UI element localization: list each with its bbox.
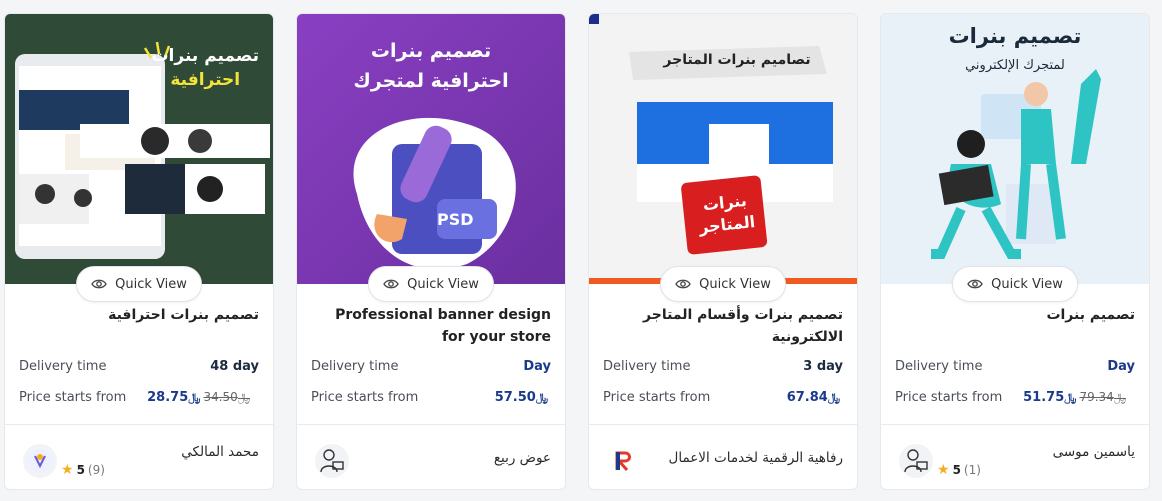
- currency-icon: ﷼: [827, 391, 840, 404]
- service-title[interactable]: تصميم بنرات: [895, 304, 1135, 326]
- star-icon: ★: [937, 462, 950, 478]
- thumb-title-line2: احترافية: [170, 70, 241, 90]
- rating-score: 5: [952, 463, 961, 477]
- divider: [5, 424, 273, 425]
- delivery-row: Delivery time Day: [311, 359, 551, 374]
- seller-avatar[interactable]: [607, 444, 641, 478]
- service-card[interactable]: تصاميم بنرات المتاجر بنرات المتاجر Quick…: [588, 13, 858, 490]
- delivery-value: Day: [1107, 359, 1135, 374]
- delivery-row: Delivery time Day: [895, 359, 1135, 374]
- current-price: 28.75: [147, 390, 189, 405]
- old-price: ﷼79.34: [1079, 390, 1126, 404]
- price-value: ﷼34.50﷼28.75: [147, 390, 259, 405]
- eye-icon: [91, 279, 107, 289]
- price-row: Price starts from ﷼34.50﷼28.75: [19, 390, 259, 405]
- delivery-row: Delivery time 3 day: [603, 359, 843, 374]
- thumb-title-line1: تصميم بنرات: [151, 46, 259, 66]
- seller-info[interactable]: عوض ربيع: [311, 436, 551, 482]
- quick-view-label: Quick View: [115, 276, 187, 292]
- price-label: Price starts from: [895, 390, 1003, 405]
- price-label: Price starts from: [19, 390, 127, 405]
- thumb-title-line2: لمتجرك الإلكتروني: [965, 58, 1065, 73]
- seller-avatar[interactable]: [899, 444, 933, 478]
- quick-view-button[interactable]: Quick View: [660, 266, 786, 302]
- price-value: ﷼57.50: [495, 390, 551, 405]
- service-title[interactable]: تصميم بنرات وأقسام المتاجر الالكترونية: [603, 304, 843, 348]
- thumb-title-line2: احترافية لمتجرك: [353, 70, 509, 92]
- old-price: ﷼34.50: [203, 390, 250, 404]
- service-thumbnail[interactable]: تصميم بنرات احترافية لمتجرك PSD: [297, 14, 565, 284]
- price-value: ﷼79.34﷼51.75: [1023, 390, 1135, 405]
- service-thumbnail[interactable]: تصميم بنرات احترافية: [5, 14, 273, 284]
- current-price: 67.84: [786, 390, 828, 405]
- review-count: (9): [87, 463, 105, 477]
- seller-info[interactable]: رفاهية الرقمية لخدمات الاعمال: [603, 436, 843, 482]
- delivery-label: Delivery time: [895, 359, 983, 374]
- quick-view-button[interactable]: Quick View: [368, 266, 494, 302]
- current-price: 51.75: [1023, 390, 1065, 405]
- currency-icon: ﷼: [188, 391, 201, 404]
- seller-name[interactable]: محمد المالكي: [181, 444, 259, 460]
- service-card[interactable]: تصميم بنرات لمتجرك الإلكتروني Quick View…: [880, 13, 1150, 490]
- thumb-title: تصاميم بنرات المتاجر: [663, 52, 811, 68]
- service-card[interactable]: تصميم بنرات احترافية Quick View تصميم بن…: [4, 13, 274, 490]
- quick-view-label: Quick View: [699, 276, 771, 292]
- quick-view-label: Quick View: [407, 276, 479, 292]
- service-thumbnail[interactable]: تصاميم بنرات المتاجر بنرات المتاجر: [589, 14, 857, 284]
- quick-view-button[interactable]: Quick View: [952, 266, 1078, 302]
- eye-icon: [675, 279, 691, 289]
- price-label: Price starts from: [603, 390, 711, 405]
- seller-avatar[interactable]: [315, 444, 349, 478]
- price-value: ﷼67.84: [787, 390, 843, 405]
- seller-name[interactable]: رفاهية الرقمية لخدمات الاعمال: [669, 450, 843, 466]
- divider: [589, 424, 857, 425]
- seller-avatar[interactable]: [23, 444, 57, 478]
- thumb-title-line1: تصميم بنرات: [948, 24, 1082, 48]
- psd-badge: PSD: [437, 210, 474, 229]
- divider: [297, 424, 565, 425]
- seller-rating: ★ 5 (1): [937, 462, 981, 478]
- review-count: (1): [963, 463, 981, 477]
- current-price: 57.50: [494, 390, 536, 405]
- eye-icon: [383, 279, 399, 289]
- delivery-label: Delivery time: [19, 359, 107, 374]
- divider: [881, 424, 1149, 425]
- delivery-label: Delivery time: [603, 359, 691, 374]
- delivery-value: Day: [523, 359, 551, 374]
- delivery-row: Delivery time 48 day: [19, 359, 259, 374]
- eye-icon: [967, 279, 983, 289]
- price-label: Price starts from: [311, 390, 419, 405]
- service-thumbnail[interactable]: تصميم بنرات لمتجرك الإلكتروني: [881, 14, 1149, 284]
- star-icon: ★: [61, 462, 74, 478]
- price-row: Price starts from ﷼57.50: [311, 390, 551, 405]
- delivery-value: 48 day: [210, 359, 259, 374]
- service-title[interactable]: Professional banner design for your stor…: [311, 304, 551, 348]
- seller-info[interactable]: ★ 5 (1) ياسمين موسى: [895, 436, 1135, 482]
- seller-rating: ★ 5 (9): [61, 462, 105, 478]
- price-row: Price starts from ﷼67.84: [603, 390, 843, 405]
- seller-name[interactable]: ياسمين موسى: [1053, 444, 1135, 460]
- rating-score: 5: [76, 463, 85, 477]
- thumb-title-line1: تصميم بنرات: [370, 40, 492, 62]
- service-title[interactable]: تصميم بنرات احترافية: [19, 304, 259, 326]
- quick-view-button[interactable]: Quick View: [76, 266, 202, 302]
- currency-icon: ﷼: [535, 391, 548, 404]
- service-card[interactable]: تصميم بنرات احترافية لمتجرك PSD Quick Vi…: [296, 13, 566, 490]
- price-row: Price starts from ﷼79.34﷼51.75: [895, 390, 1135, 405]
- delivery-value: 3 day: [803, 359, 843, 374]
- delivery-label: Delivery time: [311, 359, 399, 374]
- seller-info[interactable]: ★ 5 (9) محمد المالكي: [19, 436, 259, 482]
- quick-view-label: Quick View: [991, 276, 1063, 292]
- seller-name[interactable]: عوض ربيع: [494, 450, 551, 466]
- services-grid: تصميم بنرات احترافية Quick View تصميم بن…: [0, 0, 1162, 501]
- currency-icon: ﷼: [1064, 391, 1077, 404]
